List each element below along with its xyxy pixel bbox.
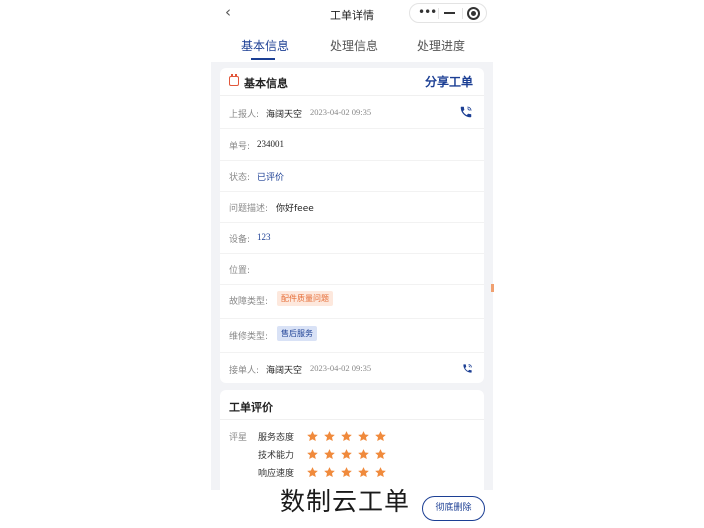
star-icon bbox=[358, 431, 369, 442]
receiver-label: 接单人: bbox=[229, 366, 260, 376]
star-icon bbox=[324, 431, 335, 442]
capsule-divider bbox=[462, 8, 463, 19]
device-row: 设备: 123 bbox=[220, 223, 484, 254]
stars-service bbox=[306, 428, 391, 447]
device-value[interactable]: 123 bbox=[257, 232, 271, 242]
fault-type-row: 故障类型: 配件质量问题 bbox=[220, 285, 484, 319]
rating-item-response: 响应速度 bbox=[258, 469, 295, 479]
status-label: 状态: bbox=[229, 173, 251, 183]
tab-process-progress[interactable]: 处理进度 bbox=[417, 37, 465, 54]
basic-info-header: 基本信息 分享工单 bbox=[220, 68, 484, 96]
share-order-button[interactable]: 分享工单 bbox=[425, 73, 473, 90]
phone-icon[interactable] bbox=[462, 363, 473, 374]
reporter-row: 上报人: 海阔天空 2023-04-02 09:35 bbox=[220, 98, 484, 129]
fault-type-label: 故障类型: bbox=[229, 297, 269, 307]
repair-type-tag: 售后服务 bbox=[277, 326, 317, 341]
rating-item-service: 服务态度 bbox=[258, 433, 295, 443]
star-icon bbox=[307, 449, 318, 460]
status-row: 状态: 已评价 bbox=[220, 161, 484, 192]
receiver-time: 2023-04-02 09:35 bbox=[310, 363, 372, 373]
star-icon bbox=[341, 431, 352, 442]
stars-skill bbox=[306, 446, 391, 465]
order-number-row: 单号: 234001 bbox=[220, 130, 484, 161]
status-value: 已评价 bbox=[257, 173, 285, 183]
evaluation-header: 工单评价 bbox=[220, 390, 484, 420]
star-icon bbox=[307, 467, 318, 478]
receiver-name: 海阔天空 bbox=[266, 366, 303, 376]
order-number-label: 单号: bbox=[229, 142, 251, 152]
problem-label: 问题描述: bbox=[229, 204, 269, 214]
fault-type-tag: 配件质量问题 bbox=[277, 291, 333, 306]
problem-value: 你好feee bbox=[276, 204, 314, 214]
location-label: 位置: bbox=[229, 266, 251, 276]
device-label: 设备: bbox=[229, 235, 251, 245]
order-number-value: 234001 bbox=[257, 139, 284, 149]
delete-permanently-button[interactable]: 彻底删除 bbox=[422, 496, 485, 521]
active-tab-indicator bbox=[251, 58, 275, 60]
close-target-icon[interactable] bbox=[467, 7, 480, 20]
reporter-label: 上报人: bbox=[229, 110, 260, 120]
location-row: 位置: bbox=[220, 254, 484, 285]
phone-icon[interactable] bbox=[459, 105, 473, 119]
star-icon bbox=[358, 467, 369, 478]
star-icon bbox=[341, 467, 352, 478]
edge-indicator bbox=[491, 284, 494, 292]
receiver-row: 接单人: 海阔天空 2023-04-02 09:35 bbox=[220, 354, 484, 385]
basic-info-title: 基本信息 bbox=[244, 77, 288, 90]
capsule-divider bbox=[438, 8, 439, 19]
star-icon bbox=[375, 449, 386, 460]
mini-program-capsule: ••• bbox=[409, 3, 487, 23]
star-icon bbox=[324, 467, 335, 478]
problem-row: 问题描述: 你好feee bbox=[220, 192, 484, 223]
evaluation-title: 工单评价 bbox=[229, 401, 273, 414]
reporter-name: 海阔天空 bbox=[266, 110, 303, 120]
repair-type-row: 维修类型: 售后服务 bbox=[220, 320, 484, 353]
star-icon bbox=[358, 449, 369, 460]
rating-item-skill: 技术能力 bbox=[258, 451, 295, 461]
reporter-time: 2023-04-02 09:35 bbox=[310, 107, 372, 117]
tab-basic-info[interactable]: 基本信息 bbox=[241, 37, 289, 54]
repair-type-label: 维修类型: bbox=[229, 332, 269, 342]
minimize-icon[interactable] bbox=[444, 12, 455, 14]
watermark-text: 数制云工单 bbox=[280, 487, 411, 516]
calendar-icon bbox=[229, 74, 239, 86]
star-icon bbox=[375, 431, 386, 442]
rating-label: 评星 bbox=[229, 433, 248, 443]
phone-screen: ‹ 工单详情 ••• 基本信息 处理信息 处理进度 基本信息 分享工单 上报人:… bbox=[211, 0, 493, 528]
stars-response bbox=[306, 464, 391, 483]
basic-info-card: 基本信息 分享工单 上报人: 海阔天空 2023-04-02 09:35 单号:… bbox=[220, 68, 484, 383]
star-icon bbox=[307, 431, 318, 442]
tab-process-info[interactable]: 处理信息 bbox=[330, 37, 378, 54]
more-dots-icon[interactable]: ••• bbox=[418, 5, 437, 19]
star-icon bbox=[324, 449, 335, 460]
star-icon bbox=[341, 449, 352, 460]
navigation-bar: ‹ 工单详情 ••• bbox=[211, 0, 493, 28]
star-icon bbox=[375, 467, 386, 478]
tab-bar: 基本信息 处理信息 处理进度 bbox=[211, 28, 493, 62]
